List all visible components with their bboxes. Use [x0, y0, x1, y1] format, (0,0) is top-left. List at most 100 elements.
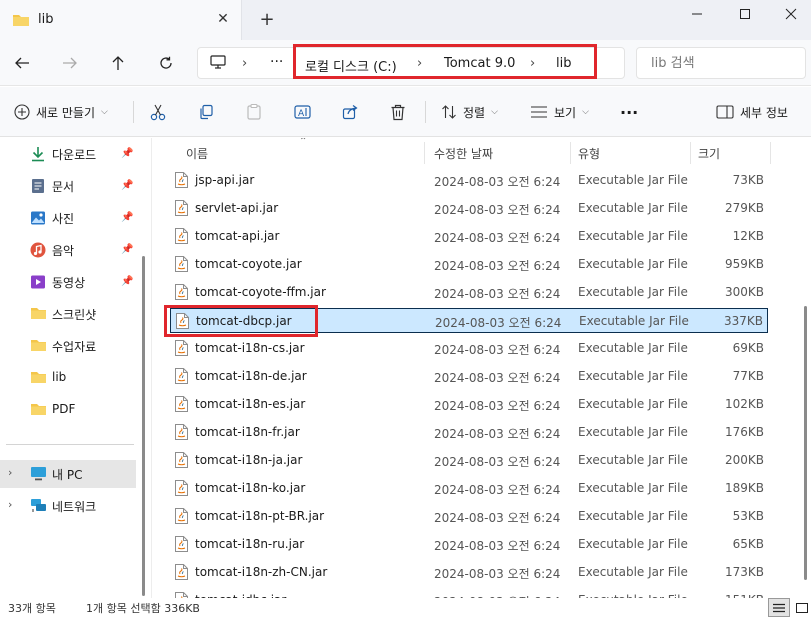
file-type: Executable Jar File [578, 257, 688, 271]
sidebar-item-screenshots[interactable]: 스크린샷 [0, 300, 136, 328]
sidebar-item-class-materials[interactable]: 수업자료 [0, 332, 136, 360]
pin-icon: 📌 [121, 212, 134, 223]
file-list-scrollbar[interactable] [804, 306, 807, 580]
cut-button[interactable] [150, 87, 166, 137]
details-pane-icon [716, 105, 734, 119]
tiles-view-button[interactable] [791, 598, 811, 617]
table-row[interactable]: tomcat-i18n-de.jar 2024-08-03 오전 6:24 Exec… [170, 364, 768, 389]
column-name[interactable]: 이름 [186, 145, 208, 162]
search-box[interactable] [636, 47, 806, 79]
table-row[interactable]: jsp-api.jar 2024-08-03 오전 6:24 Executable … [170, 168, 768, 193]
jar-file-icon [174, 284, 189, 303]
forward-button[interactable] [56, 50, 84, 76]
delete-button[interactable] [390, 87, 406, 137]
table-row[interactable]: tomcat-api.jar 2024-08-03 오전 6:24 Executab… [170, 224, 768, 249]
table-row[interactable]: tomcat-i18n-es.jar 2024-08-03 오전 6:24 Exec… [170, 392, 768, 417]
sidebar-item-documents[interactable]: 문서 📌 [0, 172, 136, 200]
file-date: 2024-08-03 오전 6:24 [434, 259, 561, 273]
status-bar: 33개 항목 1개 항목 선택함 336KB [0, 598, 811, 617]
table-row[interactable]: tomcat-jdbc.jar2024-08-03 오전 6:24Executa… [170, 588, 768, 598]
sort-button[interactable]: 정렬 ⌵ [441, 87, 498, 137]
new-button[interactable]: 새로 만들기 ⌵ [14, 87, 108, 137]
sort-label: 정렬 [463, 105, 486, 120]
sidebar-item-music[interactable]: 음악 📌 [0, 236, 136, 264]
tab-title: lib [38, 12, 54, 27]
rename-button[interactable]: A [294, 87, 312, 137]
refresh-button[interactable] [152, 50, 180, 76]
sidebar-item-label: PDF [52, 402, 76, 416]
breadcrumb-more[interactable]: ··· [270, 54, 283, 70]
table-row[interactable]: tomcat-i18n-ko.jar 2024-08-03 오전 6:24 Exec… [170, 476, 768, 501]
sidebar-item-network[interactable]: › 네트워크 [0, 492, 136, 520]
back-button[interactable] [8, 50, 36, 76]
file-date: 2024-08-03 오전 6:24 [434, 399, 561, 413]
details-pane-button[interactable]: 세부 정보 [716, 87, 788, 137]
share-button[interactable] [342, 87, 358, 137]
jar-file-icon [174, 508, 189, 527]
file-type: Executable Jar File [578, 509, 688, 523]
jar-file-icon [174, 564, 189, 583]
file-date: 2024-08-03 오전 6:24 [434, 567, 561, 581]
file-highlight-box [164, 305, 318, 337]
scissors-icon [150, 104, 166, 121]
sidebar-item-label: 네트워크 [52, 500, 97, 514]
view-label: 보기 [554, 105, 577, 120]
up-button[interactable] [104, 50, 132, 76]
maximize-button[interactable] [722, 0, 768, 28]
navigation-pane: 다운로드 📌 문서 📌 사진 📌 음악 📌 동영상 📌 스크린샷 수업자료 li… [0, 138, 136, 598]
table-row[interactable]: tomcat-i18n-zh-CN.jar 2024-08-03 오전 6:24 E… [170, 560, 768, 585]
sidebar-scrollbar[interactable] [142, 256, 145, 596]
table-row[interactable]: servlet-api.jar 2024-08-03 오전 6:24 Executa… [170, 196, 768, 221]
minimize-button[interactable] [674, 0, 720, 28]
column-divider[interactable] [690, 142, 691, 164]
chevron-right-icon[interactable]: › [8, 466, 12, 479]
file-list: ⌃ 이름 수정한 날짜 유형 크기 jsp-api.jar 2024-08-03 … [152, 138, 811, 598]
paste-button[interactable] [246, 87, 262, 137]
chevron-right-icon[interactable]: › [8, 498, 12, 511]
table-row[interactable]: tomcat-i18n-ja.jar 2024-08-03 오전 6:24 Exec… [170, 448, 768, 473]
column-type[interactable]: 유형 [578, 145, 600, 162]
column-modified[interactable]: 수정한 날짜 [434, 145, 493, 162]
new-tab-button[interactable]: + [256, 9, 278, 31]
share-icon [342, 105, 358, 120]
copy-button[interactable] [198, 87, 214, 137]
computer-icon [210, 55, 226, 73]
search-input[interactable] [637, 48, 787, 78]
table-row[interactable]: tomcat-i18n-ru.jar 2024-08-03 오전 6:24 Exec… [170, 532, 768, 557]
column-divider[interactable] [570, 142, 571, 164]
column-size[interactable]: 크기 [698, 145, 720, 162]
close-button[interactable] [768, 0, 811, 28]
item-count: 33개 항목 [8, 602, 56, 615]
column-divider[interactable] [424, 142, 425, 164]
jar-file-icon [174, 480, 189, 499]
file-type: Executable Jar File [579, 314, 689, 328]
view-button[interactable]: 보기 ⌵ [530, 87, 589, 137]
sidebar-item-label: 동영상 [52, 276, 86, 290]
more-options-button[interactable]: ··· [620, 87, 638, 137]
details-view-button[interactable] [768, 598, 790, 617]
table-row[interactable]: tomcat-i18n-cs.jar 2024-08-03 오전 6:24 Exec… [170, 336, 768, 361]
pin-icon: 📌 [121, 276, 134, 287]
file-name: tomcat-i18n-pt-BR.jar [195, 509, 325, 523]
tab-close-icon[interactable]: ✕ [214, 10, 232, 28]
sidebar-item-label: 음악 [52, 244, 75, 258]
sidebar-item-pdf[interactable]: PDF [0, 396, 136, 424]
command-bar: 새로 만들기 ⌵ A 정렬 ⌵ 보기 ⌵ ··· 세부 정보 [0, 87, 811, 137]
sidebar-item-lib[interactable]: lib [0, 364, 136, 392]
sidebar-item-this-pc[interactable]: › 내 PC [0, 460, 136, 488]
table-row[interactable]: tomcat-i18n-fr.jar 2024-08-03 오전 6:24 Exec… [170, 420, 768, 445]
chevron-down-icon: ⌵ [101, 107, 108, 117]
file-type: Executable Jar File [578, 481, 688, 495]
tab-lib[interactable]: lib ✕ [0, 0, 242, 40]
sidebar-item-label: 문서 [52, 180, 75, 194]
table-row[interactable]: tomcat-i18n-pt-BR.jar 2024-08-03 오전 6:24 E… [170, 504, 768, 529]
file-size: 73KB [732, 173, 764, 187]
sidebar-item-downloads[interactable]: 다운로드 📌 [0, 140, 136, 168]
table-row[interactable]: tomcat-coyote.jar 2024-08-03 오전 6:24 Execu… [170, 252, 768, 277]
column-divider[interactable] [770, 142, 771, 164]
table-row[interactable]: tomcat-coyote-ffm.jar 2024-08-03 오전 6:24 E… [170, 280, 768, 305]
file-date: 2024-08-03 오전 6:24 [434, 371, 561, 385]
sidebar-item-pictures[interactable]: 사진 📌 [0, 204, 136, 232]
sidebar-item-videos[interactable]: 동영상 📌 [0, 268, 136, 296]
maximize-icon [740, 9, 750, 19]
